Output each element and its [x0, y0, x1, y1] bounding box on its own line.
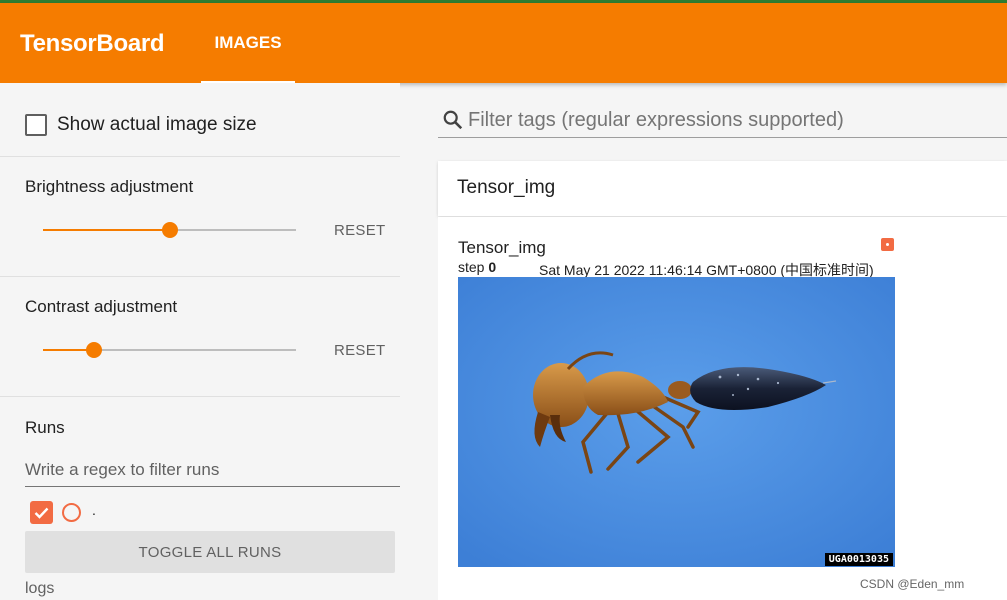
- check-icon: [34, 507, 49, 519]
- tag-group-header[interactable]: Tensor_img: [438, 161, 1007, 216]
- step-value: 0: [488, 259, 497, 275]
- contrast-slider[interactable]: [43, 342, 296, 358]
- show-actual-size-label: Show actual image size: [57, 114, 257, 135]
- brightness-slider-thumb[interactable]: [161, 222, 178, 238]
- sidebar: Show actual image size Brightness adjust…: [0, 83, 400, 600]
- app-header: TensorBoard IMAGES: [0, 3, 1007, 83]
- main-panel: Filter tags (regular expressions support…: [400, 83, 1007, 600]
- brightness-slider-fill: [43, 229, 170, 231]
- run-name: .: [92, 501, 96, 518]
- run-color-picker[interactable]: [62, 503, 81, 522]
- tag-filter[interactable]: Filter tags (regular expressions support…: [438, 103, 1007, 138]
- contrast-section: Contrast adjustment RESET: [0, 277, 400, 397]
- contrast-label: Contrast adjustment: [25, 297, 178, 316]
- brightness-slider[interactable]: [43, 222, 296, 238]
- toggle-all-runs-button[interactable]: TOGGLE ALL RUNS: [25, 531, 395, 573]
- run-checkbox[interactable]: [30, 501, 53, 524]
- search-icon: [443, 110, 463, 130]
- tag-group-title: Tensor_img: [457, 177, 556, 198]
- logdir-label: logs: [25, 580, 55, 597]
- ant-image[interactable]: UGA0013035: [458, 277, 895, 567]
- image-id-label: UGA0013035: [824, 553, 893, 566]
- step-label: step: [458, 259, 485, 275]
- image-card: Tensor_img step 0 Sat May 21 2022 11:46:…: [438, 217, 1007, 600]
- contrast-reset-button[interactable]: RESET: [334, 342, 386, 359]
- ant-illustration: [458, 277, 895, 567]
- show-actual-size-toggle[interactable]: Show actual image size: [25, 114, 257, 136]
- run-item[interactable]: .: [30, 501, 96, 524]
- brightness-label: Brightness adjustment: [25, 177, 194, 196]
- brightness-section: Brightness adjustment RESET: [0, 157, 400, 277]
- tag-filter-input[interactable]: Filter tags (regular expressions support…: [468, 109, 844, 132]
- tab-images-label: IMAGES: [214, 33, 282, 52]
- runs-filter-input[interactable]: Write a regex to filter runs: [25, 457, 400, 487]
- step-info: step 0: [458, 259, 496, 275]
- image-card-title: Tensor_img: [458, 238, 546, 257]
- image-size-section: Show actual image size: [0, 83, 400, 157]
- csdn-watermark: CSDN @Eden_mm: [860, 577, 965, 591]
- show-actual-size-checkbox[interactable]: [25, 114, 47, 136]
- contrast-slider-thumb[interactable]: [85, 342, 102, 358]
- brightness-reset-button[interactable]: RESET: [334, 222, 386, 239]
- run-color-marker: [881, 238, 894, 251]
- runs-title: Runs: [25, 418, 65, 437]
- app-title[interactable]: TensorBoard: [20, 30, 165, 58]
- tab-images[interactable]: IMAGES: [201, 3, 295, 83]
